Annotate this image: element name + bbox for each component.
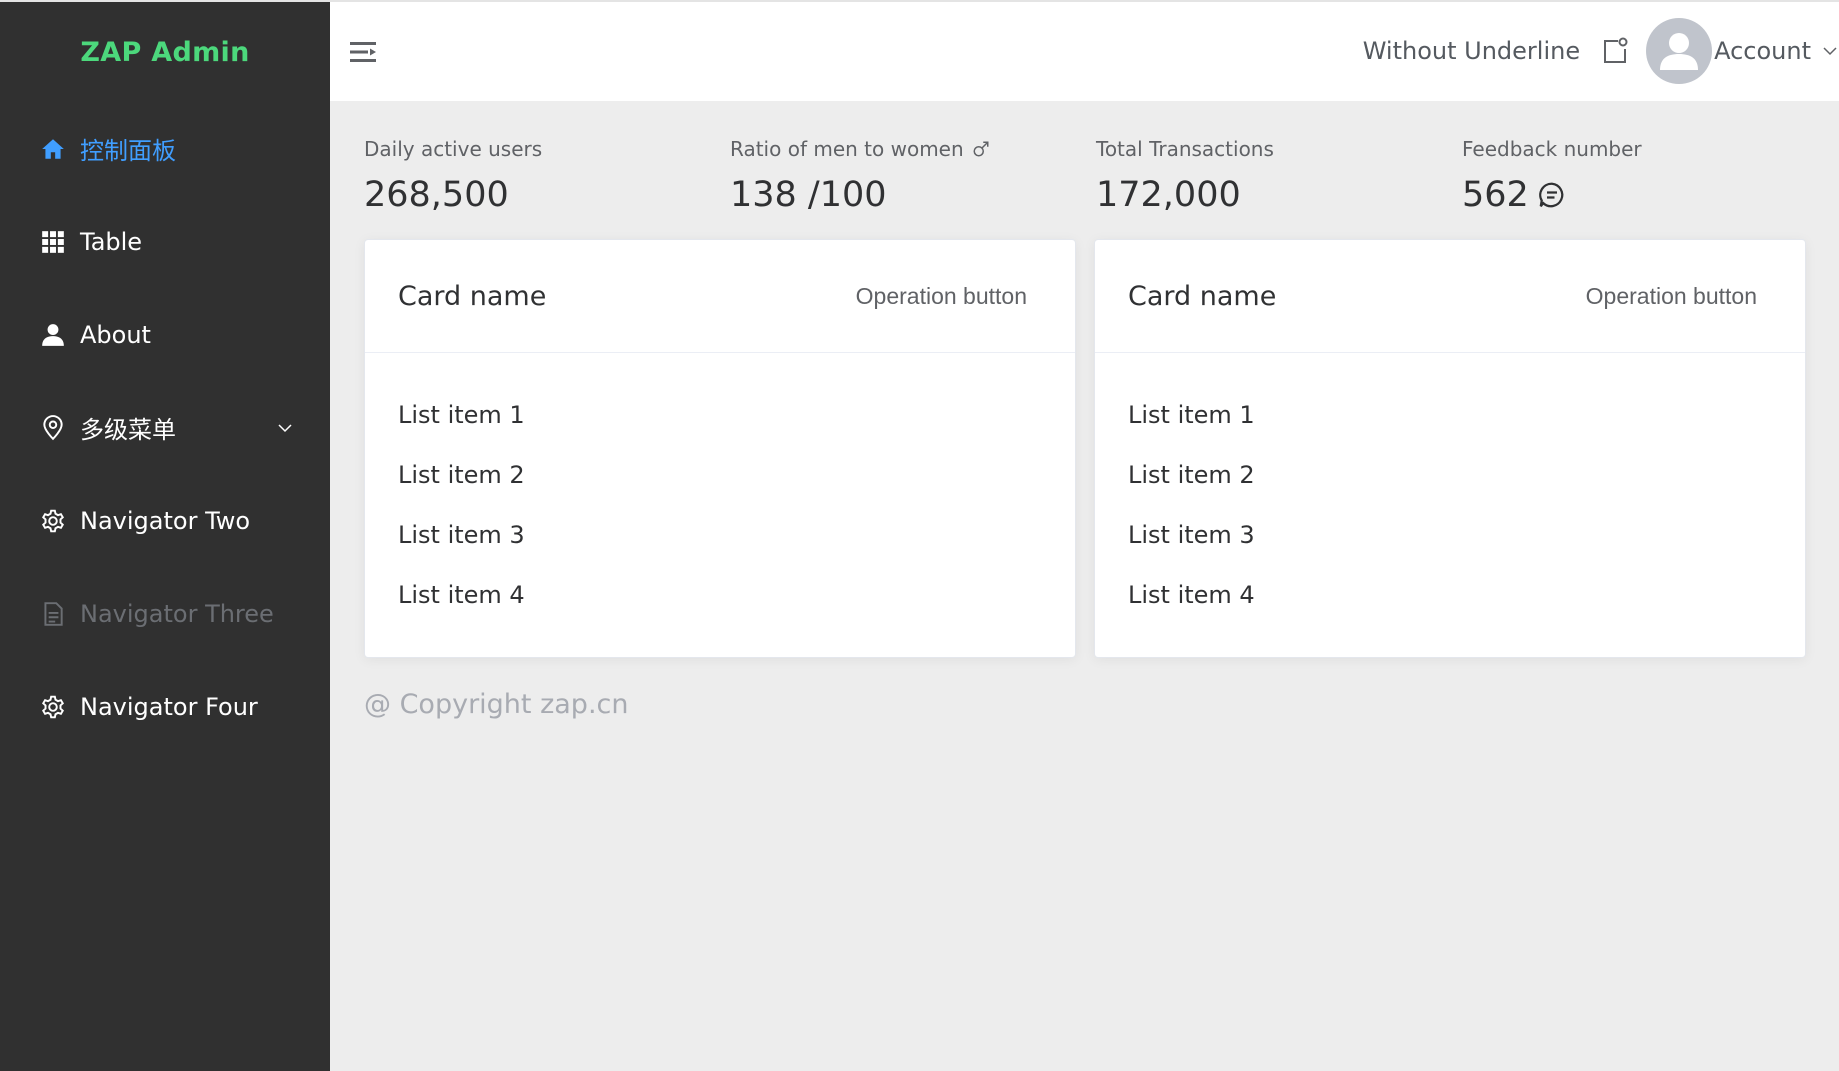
menu-collapse-icon[interactable] <box>350 40 378 64</box>
card: Card name Operation button List item 1 L… <box>1094 239 1806 658</box>
chevron-down-icon <box>278 423 292 432</box>
stat-title: Feedback number <box>1462 137 1642 161</box>
document-icon <box>40 601 66 627</box>
card-header: Card name Operation button <box>1095 240 1805 353</box>
stat-value: 138 /100 <box>730 175 887 215</box>
gear-icon <box>40 508 66 534</box>
stat-value: 268,500 <box>364 175 509 215</box>
list-item: List item 2 <box>398 461 525 489</box>
operation-button[interactable]: Operation button <box>1586 283 1757 310</box>
header-actions: Without Underline Account <box>1363 16 1839 86</box>
location-icon <box>40 414 66 441</box>
sidebar-item-label: Navigator Three <box>80 599 274 628</box>
list-item: List item 1 <box>1128 401 1255 429</box>
sidebar-item-navigator-two[interactable]: Navigator Two <box>0 474 330 567</box>
list-item: List item 4 <box>398 581 525 609</box>
stat-value: 172,000 <box>1096 175 1241 215</box>
card-title: Card name <box>1128 280 1277 312</box>
chat-bubble-icon <box>1538 182 1564 208</box>
card-body: List item 1 List item 2 List item 3 List… <box>1095 353 1805 657</box>
stat-value: 562 <box>1462 175 1529 215</box>
notification-icon[interactable] <box>1600 36 1630 66</box>
sidebar-item-navigator-four[interactable]: Navigator Four <box>0 660 330 753</box>
sidebar-item-navigator-three: Navigator Three <box>0 567 330 660</box>
grid-icon <box>40 229 66 255</box>
account-dropdown[interactable]: Account <box>1714 37 1839 65</box>
stat-title: Total Transactions <box>1096 137 1274 161</box>
copyright: @ Copyright zap.cn <box>364 689 629 720</box>
main-content: Daily active users 268,500 Ratio of men … <box>330 101 1839 1071</box>
account-label: Account <box>1714 37 1811 65</box>
sidebar-menu: 控制面板 Table About 多级菜单 Navigator Two Navi… <box>0 102 330 753</box>
chevron-down-icon <box>1823 47 1837 56</box>
top-header: Without Underline Account <box>330 0 1839 101</box>
sidebar-item-label: 控制面板 <box>80 137 176 165</box>
card-title: Card name <box>398 280 547 312</box>
sidebar-item-label: Navigator Two <box>80 506 251 535</box>
gear-icon <box>40 694 66 720</box>
list-item: List item 1 <box>398 401 525 429</box>
stat-title: Daily active users <box>364 137 543 161</box>
sidebar-item-about[interactable]: About <box>0 288 330 381</box>
list-item: List item 3 <box>398 521 525 549</box>
sidebar: ZAP Admin 控制面板 Table About 多级菜单 Navigato… <box>0 0 330 1071</box>
avatar[interactable] <box>1646 18 1713 84</box>
stat-feedback-number: Feedback number 562 <box>1462 137 1802 215</box>
list-item: List item 2 <box>1128 461 1255 489</box>
stats-row: Daily active users 268,500 Ratio of men … <box>364 137 1824 237</box>
list-item: List item 4 <box>1128 581 1255 609</box>
list-item: List item 3 <box>1128 521 1255 549</box>
home-icon <box>40 136 66 162</box>
without-underline-link[interactable]: Without Underline <box>1363 37 1580 65</box>
sidebar-item-label: Navigator Four <box>80 692 258 721</box>
stat-gender-ratio: Ratio of men to women 138 /100 <box>730 137 1070 215</box>
user-icon <box>40 322 66 348</box>
card-body: List item 1 List item 2 List item 3 List… <box>365 353 1075 657</box>
stat-total-transactions: Total Transactions 172,000 <box>1096 137 1436 215</box>
sidebar-item-label: 多级菜单 <box>80 416 176 444</box>
sidebar-item-label: About <box>80 320 151 349</box>
stat-title: Ratio of men to women <box>730 137 964 161</box>
user-avatar-icon <box>1660 33 1699 70</box>
sidebar-item-multilevel[interactable]: 多级菜单 <box>0 381 330 474</box>
operation-button[interactable]: Operation button <box>856 283 1027 310</box>
stat-daily-active-users: Daily active users 268,500 <box>364 137 704 215</box>
sidebar-item-dashboard[interactable]: 控制面板 <box>0 102 330 195</box>
stat-value-row: 562 <box>1462 175 1802 215</box>
sidebar-item-label: Table <box>80 227 143 256</box>
card: Card name Operation button List item 1 L… <box>364 239 1076 658</box>
app-logo[interactable]: ZAP Admin <box>0 2 330 102</box>
male-icon <box>973 141 989 157</box>
sidebar-item-table[interactable]: Table <box>0 195 330 288</box>
card-header: Card name Operation button <box>365 240 1075 353</box>
stat-title-row: Ratio of men to women <box>730 137 1070 161</box>
